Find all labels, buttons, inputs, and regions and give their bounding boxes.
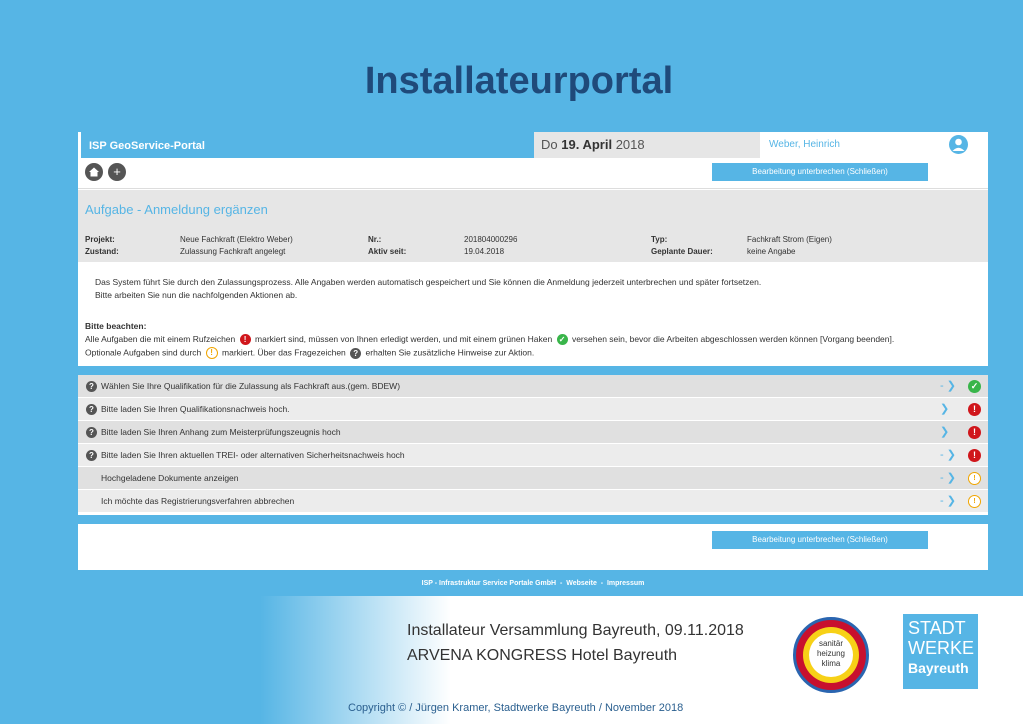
note2-text-a: Optionale Aufgaben sind durch xyxy=(85,347,202,358)
footer-separator: - xyxy=(560,580,563,587)
user-menu[interactable]: Weber, Heinrich xyxy=(760,132,976,158)
note1-text-c: versehen sein, bevor die Arbeiten abgesc… xyxy=(571,334,895,344)
exclamation-icon: ! xyxy=(968,449,981,462)
zustand-label: Zustand: xyxy=(85,247,119,256)
aktiv-value: 19.04.2018 xyxy=(464,247,505,256)
event-title: Installateur Versammlung Bayreuth, 09.11… xyxy=(407,622,744,639)
typ-value: Fachkraft Strom (Eigen) xyxy=(747,235,832,244)
copyright-text: Copyright © / Jürgen Kramer, Stadtwerke … xyxy=(348,702,684,714)
optional-icon: ! xyxy=(968,495,981,508)
checkmark-icon: ✓ xyxy=(556,334,568,346)
chevron-right-icon[interactable]: - ❯ xyxy=(940,490,956,513)
intro-line-1: Das System führt Sie durch den Zulassung… xyxy=(95,277,762,287)
nr-value: 201804000296 xyxy=(464,235,518,244)
portal-footer: ISP - Infrastruktur Service Portale GmbH… xyxy=(78,570,988,595)
task-label: Ich möchte das Registrierungsverfahren a… xyxy=(101,496,295,506)
separator-bar xyxy=(78,515,988,524)
exclamation-icon: ! xyxy=(968,426,981,439)
task-label: Bitte laden Sie Ihren Qualifikationsnach… xyxy=(101,404,290,414)
date-weekday: Do xyxy=(541,137,558,152)
plus-icon[interactable]: + xyxy=(108,163,126,181)
slide-title: Installateurportal xyxy=(364,60,674,102)
stadtwerke-line-3: Bayreuth xyxy=(908,660,969,676)
portal-toolbar: + Bearbeitung unterbrechen (Schließen) xyxy=(78,158,988,189)
chevron-right-icon[interactable]: ❯ xyxy=(940,421,949,444)
footer-company: ISP - Infrastruktur Service Portale GmbH xyxy=(421,580,557,587)
note-title: Bitte beachten: xyxy=(85,321,147,331)
task-label: Hochgeladene Dokumente anzeigen xyxy=(101,473,239,483)
stadtwerke-line-2: WERKE xyxy=(908,638,975,658)
shk-line-3: klima xyxy=(821,659,841,668)
task-row[interactable]: ? Bitte laden Sie Ihren Anhang zum Meist… xyxy=(78,421,988,444)
question-icon[interactable]: ? xyxy=(86,450,97,461)
projekt-label: Projekt: xyxy=(85,235,115,244)
shk-line-1: sanitär xyxy=(818,639,843,648)
typ-label: Typ: xyxy=(651,235,668,244)
event-venue: ARVENA KONGRESS Hotel Bayreuth xyxy=(407,647,678,664)
checkmark-icon: ✓ xyxy=(968,380,981,393)
user-avatar-icon[interactable] xyxy=(949,135,968,154)
dauer-label: Geplante Dauer: xyxy=(651,247,713,256)
exclamation-icon: ! xyxy=(239,334,251,346)
task-label: Bitte laden Sie Ihren aktuellen TREI- od… xyxy=(101,450,405,460)
shk-line-2: heizung xyxy=(816,649,846,658)
note-line-1: Alle Aufgaben die mit einem Rufzeichen !… xyxy=(85,334,895,346)
user-name: Weber, Heinrich xyxy=(769,139,840,150)
chevron-right-icon[interactable]: - ❯ xyxy=(940,444,956,467)
portal-brand[interactable]: ISP GeoService-Portal xyxy=(78,132,534,158)
chevron-right-icon[interactable]: - ❯ xyxy=(940,467,956,490)
current-date: Do 19. April 2018 xyxy=(534,132,760,158)
task-row[interactable]: Ich möchte das Registrierungsverfahren a… xyxy=(78,490,988,513)
stadtwerke-line-1: STADT xyxy=(908,618,966,638)
portal-window: ISP GeoService-Portal Do 19. April 2018 … xyxy=(78,132,988,595)
task-row[interactable]: ? Bitte laden Sie Ihren Qualifikationsna… xyxy=(78,398,988,421)
task-title: Aufgabe - Anmeldung ergänzen xyxy=(85,202,268,217)
note1-text-a: Alle Aufgaben die mit einem Rufzeichen xyxy=(85,334,236,344)
optional-icon: ! xyxy=(968,472,981,485)
task-row[interactable]: Hochgeladene Dokumente anzeigen - ❯ ! xyxy=(78,467,988,490)
separator-bar xyxy=(78,366,988,375)
footer-webseite-link[interactable]: Webseite xyxy=(566,580,597,587)
projekt-value: Neue Fachkraft (Elektro Weber) xyxy=(180,235,293,244)
shk-logo: sanitär heizung klima xyxy=(793,617,869,693)
exclamation-icon: ! xyxy=(968,403,981,416)
note2-text-c: erhalten Sie zusätzliche Hinweise zur Ak… xyxy=(365,347,535,358)
nr-label: Nr.: xyxy=(368,235,382,244)
stadtwerke-logo: STADT WERKE Bayreuth xyxy=(903,614,978,689)
task-row[interactable]: ? Bitte laden Sie Ihren aktuellen TREI- … xyxy=(78,444,988,467)
interrupt-button-top[interactable]: Bearbeitung unterbrechen (Schließen) xyxy=(712,163,928,181)
date-day-month: 19. April xyxy=(561,137,613,152)
task-row[interactable]: ? Wählen Sie Ihre Qualifikation für die … xyxy=(78,375,988,398)
note1-text-b: markiert sind, müssen von Ihnen erledigt… xyxy=(255,334,553,344)
chevron-right-icon[interactable]: - ❯ xyxy=(940,375,956,398)
zustand-value: Zulassung Fachkraft angelegt xyxy=(180,247,286,256)
intro-text: Das System führt Sie durch den Zulassung… xyxy=(95,276,761,302)
task-label: Bitte laden Sie Ihren Anhang zum Meister… xyxy=(101,427,341,437)
chevron-right-icon[interactable]: ❯ xyxy=(940,398,949,421)
task-header: Aufgabe - Anmeldung ergänzen Projekt: Ne… xyxy=(78,190,988,262)
aktiv-label: Aktiv seit: xyxy=(368,247,407,256)
optional-icon: ! xyxy=(205,347,218,359)
question-icon[interactable]: ? xyxy=(86,427,97,438)
question-icon[interactable]: ? xyxy=(86,381,97,392)
dauer-value: keine Angabe xyxy=(747,247,796,256)
date-year: 2018 xyxy=(615,137,645,152)
footer-impressum-link[interactable]: Impressum xyxy=(607,580,644,587)
note2-text-b: markiert. Über das Fragezeichen xyxy=(222,347,346,358)
note-line-2: Optionale Aufgaben sind durch ! markiert… xyxy=(85,347,534,359)
footer-separator: - xyxy=(600,580,604,587)
intro-line-2: Bitte arbeiten Sie nun die nachfolgenden… xyxy=(95,290,298,300)
interrupt-button-bottom[interactable]: Bearbeitung unterbrechen (Schließen) xyxy=(712,531,928,549)
task-label: Wählen Sie Ihre Qualifikation für die Zu… xyxy=(101,381,401,391)
home-icon[interactable] xyxy=(85,163,103,181)
portal-topbar: ISP GeoService-Portal Do 19. April 2018 … xyxy=(78,132,988,158)
question-icon: ? xyxy=(350,347,362,359)
question-icon[interactable]: ? xyxy=(86,404,97,415)
